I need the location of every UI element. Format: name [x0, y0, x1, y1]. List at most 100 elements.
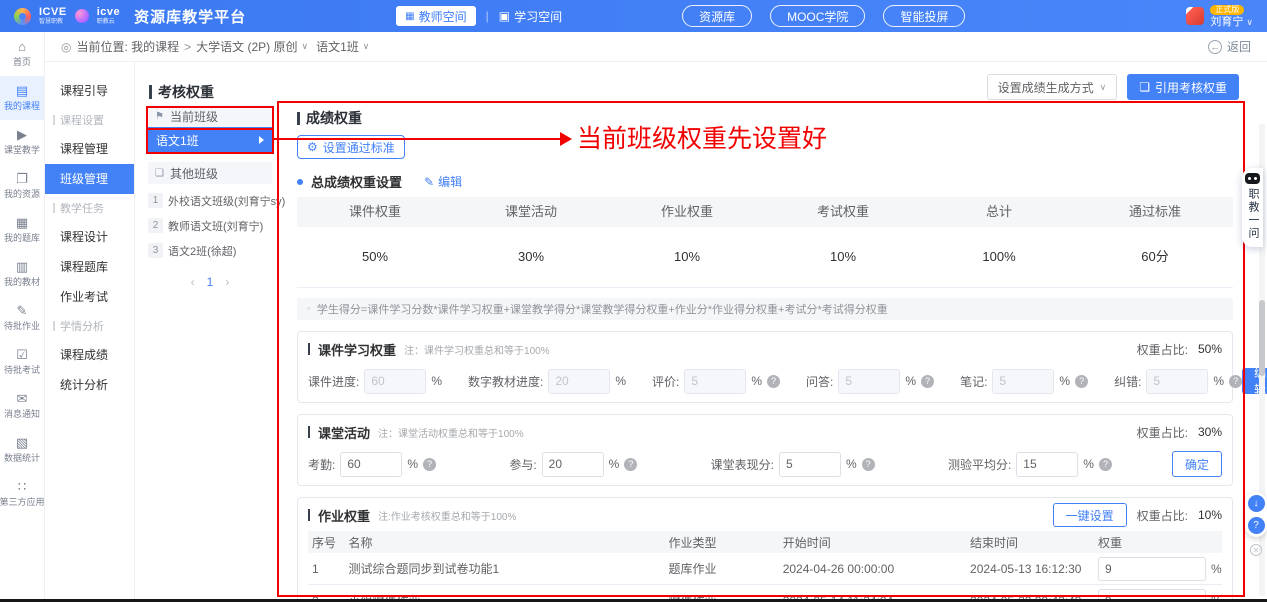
- menu-item[interactable]: 作业考试: [45, 282, 134, 312]
- homework-name[interactable]: 小组附件作业: [345, 592, 665, 599]
- weight-input[interactable]: [779, 452, 841, 477]
- menu-item[interactable]: 班级管理: [45, 164, 134, 194]
- icon-sidebar-item[interactable]: ∷第三方应用: [0, 472, 44, 516]
- resource-library-button[interactable]: 资源库: [682, 5, 752, 27]
- weight-summary-table: 课件权重课堂活动作业权重考试权重总计通过标准 50%30%10%10%100%6…: [297, 197, 1233, 288]
- title-bar-decoration: [297, 112, 300, 125]
- textbook-icon: ▥: [16, 260, 28, 273]
- scrollbar-thumb[interactable]: [1259, 300, 1265, 376]
- info-icon[interactable]: ?: [862, 458, 875, 471]
- prev-page-icon[interactable]: ‹: [191, 275, 195, 289]
- breadcrumb-class[interactable]: 语文1班: [316, 38, 359, 55]
- class-name: 外校语文班级(刘育宁sy): [168, 193, 285, 209]
- statistics-icon: ▧: [16, 436, 28, 449]
- icon-sidebar-item[interactable]: ▶课堂教学: [0, 120, 44, 164]
- student-space-icon: ▣: [499, 9, 510, 23]
- summary-header-cell: 通过标准: [1077, 197, 1233, 227]
- homework-weight-input[interactable]: [1098, 589, 1206, 600]
- icon-sidebar-item[interactable]: ▥我的教材: [0, 252, 44, 296]
- icve-logo-text: ICVE: [39, 7, 67, 18]
- icon-sidebar-label: 待批考试: [4, 363, 40, 376]
- icon-sidebar-item[interactable]: ▧数据统计: [0, 428, 44, 472]
- set-grade-generation-button[interactable]: 设置成绩生成方式 ∨: [987, 74, 1118, 100]
- weight-input[interactable]: [340, 452, 402, 477]
- current-class-item[interactable]: 语文1班: [148, 127, 272, 153]
- homework-table-header: 序号名称作业类型开始时间结束时间权重: [308, 531, 1222, 553]
- quote-assessment-weight-button[interactable]: ❏ 引用考核权重: [1127, 74, 1239, 100]
- user-menu[interactable]: 正式版 刘育宁 ∨: [1186, 5, 1253, 28]
- one-click-setting-button[interactable]: 一键设置: [1053, 503, 1127, 527]
- weight-field: 考勤:%?: [308, 452, 436, 477]
- field-label: 笔记:: [960, 373, 987, 390]
- back-button[interactable]: ← 返回: [1208, 38, 1251, 55]
- menu-item[interactable]: 课程管理: [45, 134, 134, 164]
- activity-confirm-button[interactable]: 确定: [1172, 451, 1222, 477]
- homework-ratio-value: 10%: [1198, 508, 1222, 522]
- menu-item[interactable]: 课程题库: [45, 252, 134, 282]
- smart-cast-button[interactable]: 智能投屏: [883, 5, 965, 27]
- info-icon[interactable]: ?: [624, 458, 637, 471]
- chevron-down-icon: ∨: [302, 41, 309, 52]
- info-icon[interactable]: ?: [921, 375, 934, 388]
- homework-type[interactable]: 题库作业: [664, 560, 778, 577]
- icon-sidebar: ⌂首页▤我的课程▶课堂教学❐我的资源▦我的题库▥我的教材✎待批作业☑待批考试✉消…: [0, 32, 45, 599]
- summary-value-cell: 10%: [765, 227, 921, 287]
- icon-sidebar-item[interactable]: ✎待批作业: [0, 296, 44, 340]
- weight-input[interactable]: [1016, 452, 1078, 477]
- bullet-icon: [297, 179, 303, 185]
- title-bar-decoration: [308, 509, 310, 521]
- weight-field: 参与:%?: [509, 452, 637, 477]
- user-name: 刘育宁: [1210, 17, 1243, 28]
- icon-sidebar-item[interactable]: ✉消息通知: [0, 384, 44, 428]
- homework-start-time: 2024-04-26 00:00:00: [779, 562, 966, 576]
- class-list-item[interactable]: 2教师语文班(刘育宁): [148, 213, 272, 238]
- mooc-college-button[interactable]: MOOC学院: [770, 5, 865, 27]
- icon-sidebar-item[interactable]: ⌂首页: [0, 32, 44, 76]
- info-icon[interactable]: ?: [1229, 375, 1242, 388]
- current-page-number[interactable]: 1: [207, 275, 214, 289]
- breadcrumb-course[interactable]: 大学语文 (2P) 原创: [196, 38, 297, 55]
- homework-end-time: 2024-05-13 16:12:30: [966, 562, 1094, 576]
- homework-type[interactable]: 附件作业: [664, 592, 778, 599]
- pencil-icon: ✎: [424, 175, 434, 189]
- homework-name[interactable]: 测试综合题同步到试卷功能1: [345, 560, 665, 577]
- page-header: 考核权重: [149, 82, 214, 102]
- current-class-header: ⚑ 当前班级: [148, 105, 272, 127]
- info-icon[interactable]: ?: [1099, 458, 1112, 471]
- menu-item[interactable]: 课程引导: [45, 76, 134, 106]
- menu-item[interactable]: 课程设计: [45, 222, 134, 252]
- score-formula-note: 学生得分=课件学习分数*课件学习权重+课堂教学得分*课堂教学得分权重+作业分*作…: [297, 298, 1233, 320]
- icon-sidebar-item[interactable]: ☑待批考试: [0, 340, 44, 384]
- class-list-item[interactable]: 1外校语文班级(刘育宁sy): [148, 188, 272, 213]
- percent-label: %: [1083, 457, 1094, 471]
- download-icon[interactable]: ↓: [1248, 495, 1265, 512]
- icon-sidebar-item[interactable]: ❐我的资源: [0, 164, 44, 208]
- assistant-widget[interactable]: 职教一问: [1242, 168, 1263, 247]
- summary-value-cell: 100%: [921, 227, 1077, 287]
- question-icon[interactable]: ?: [1248, 517, 1265, 534]
- homework-weight-input[interactable]: [1098, 557, 1206, 581]
- collapse-widget-icon[interactable]: ✕: [1250, 544, 1262, 556]
- breadcrumb-prefix: 当前位置: 我的课程: [76, 38, 179, 55]
- next-page-icon[interactable]: ›: [225, 275, 229, 289]
- summary-value-cell: 60分: [1077, 227, 1233, 287]
- menu-item[interactable]: 统计分析: [45, 370, 134, 400]
- class-list-item[interactable]: 3语文2班(徐超): [148, 238, 272, 263]
- teacher-space-tab[interactable]: ▦ 教师空间: [396, 6, 475, 26]
- weight-input[interactable]: [542, 452, 604, 477]
- homework-weight-cell: %: [1094, 557, 1222, 581]
- summary-header-cell: 课件权重: [297, 197, 453, 227]
- annotation-text: 当前班级权重先设置好: [577, 119, 827, 155]
- icon-sidebar-item[interactable]: ▦我的题库: [0, 208, 44, 252]
- student-space-tab[interactable]: ▣ 学习空间: [499, 8, 562, 25]
- homework-weight-section: 作业权重 注:作业考核权重总和等于100% 一键设置 权重占比: 10% 序号名…: [297, 497, 1233, 599]
- user-version-badge: 正式版: [1210, 5, 1244, 15]
- edit-total-weight-link[interactable]: ✎ 编辑: [424, 173, 462, 190]
- homework-section-note: 注:作业考核权重总和等于100%: [378, 508, 516, 523]
- menu-item[interactable]: 课程成绩: [45, 340, 134, 370]
- icon-sidebar-item[interactable]: ▤我的课程: [0, 76, 44, 120]
- info-icon[interactable]: ?: [1075, 375, 1088, 388]
- third-party-apps-icon: ∷: [18, 480, 26, 493]
- info-icon[interactable]: ?: [767, 375, 780, 388]
- info-icon[interactable]: ?: [423, 458, 436, 471]
